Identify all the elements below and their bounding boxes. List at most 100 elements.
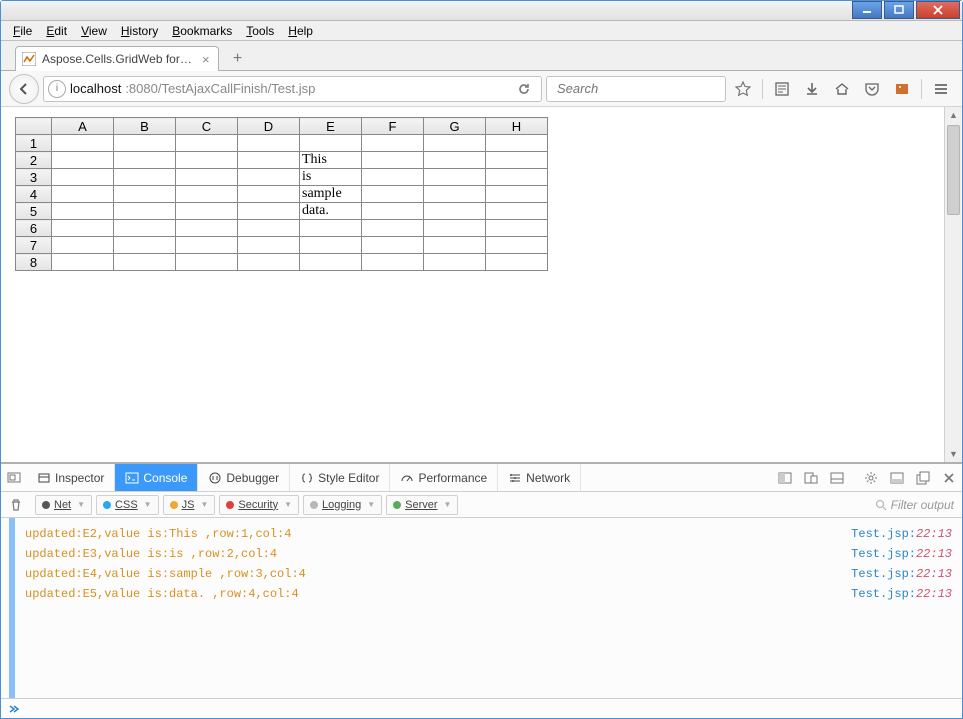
cell-D5[interactable] [238, 203, 300, 220]
console-filter-input[interactable]: Filter output [867, 498, 962, 512]
cell-C1[interactable] [176, 135, 238, 152]
row-header-7[interactable]: 7 [16, 237, 52, 254]
cell-C8[interactable] [176, 254, 238, 271]
row-header-8[interactable]: 8 [16, 254, 52, 271]
site-info-icon[interactable]: i [48, 80, 66, 98]
cell-C2[interactable] [176, 152, 238, 169]
cell-E1[interactable] [300, 135, 362, 152]
search-box[interactable] [546, 76, 726, 102]
cell-C6[interactable] [176, 220, 238, 237]
console-log-row[interactable]: updated:E3,value is:is ,row:2,col:4Test.… [15, 544, 962, 564]
popout-button[interactable] [910, 465, 936, 491]
scroll-down-icon[interactable]: ▼ [945, 446, 962, 462]
console-log-row[interactable]: updated:E4,value is:sample ,row:3,col:4T… [15, 564, 962, 584]
url-bar[interactable]: i localhost:8080/TestAjaxCallFinish/Test… [43, 76, 542, 102]
row-header-2[interactable]: 2 [16, 152, 52, 169]
cell-F2[interactable] [362, 152, 424, 169]
scrollbar-vertical[interactable]: ▲ ▼ [944, 107, 962, 462]
console-filter-server[interactable]: Server▼ [386, 495, 458, 515]
reload-button[interactable] [511, 82, 537, 96]
cell-G3[interactable] [424, 169, 486, 186]
col-header-D[interactable]: D [238, 118, 300, 135]
cell-A1[interactable] [52, 135, 114, 152]
download-button[interactable] [799, 76, 825, 102]
cell-E4[interactable]: sample [300, 186, 362, 203]
cell-G1[interactable] [424, 135, 486, 152]
cell-F1[interactable] [362, 135, 424, 152]
cell-E6[interactable] [300, 220, 362, 237]
row-header-5[interactable]: 5 [16, 203, 52, 220]
cell-A3[interactable] [52, 169, 114, 186]
cell-F8[interactable] [362, 254, 424, 271]
menu-help[interactable]: Help [282, 24, 319, 38]
browser-tab[interactable]: Aspose.Cells.GridWeb for J... × [15, 46, 219, 71]
cell-E5[interactable]: data. [300, 203, 362, 220]
cell-A4[interactable] [52, 186, 114, 203]
cell-D8[interactable] [238, 254, 300, 271]
cell-F7[interactable] [362, 237, 424, 254]
dock-bottom-button[interactable] [884, 465, 910, 491]
window-close-button[interactable] [916, 1, 960, 19]
cell-B1[interactable] [114, 135, 176, 152]
cell-B5[interactable] [114, 203, 176, 220]
cell-H6[interactable] [486, 220, 548, 237]
cell-D4[interactable] [238, 186, 300, 203]
cell-C3[interactable] [176, 169, 238, 186]
devtools-tab-network[interactable]: Network [498, 464, 581, 491]
cell-G5[interactable] [424, 203, 486, 220]
cell-D2[interactable] [238, 152, 300, 169]
reader-button[interactable] [769, 76, 795, 102]
devtools-tab-inspector[interactable]: Inspector [27, 464, 115, 491]
cell-F6[interactable] [362, 220, 424, 237]
cell-B8[interactable] [114, 254, 176, 271]
cell-G2[interactable] [424, 152, 486, 169]
cell-A5[interactable] [52, 203, 114, 220]
cell-E7[interactable] [300, 237, 362, 254]
cell-B7[interactable] [114, 237, 176, 254]
new-tab-button[interactable]: + [225, 48, 251, 70]
back-button[interactable] [9, 74, 39, 104]
console-output[interactable]: updated:E2,value is:This ,row:1,col:4Tes… [9, 518, 962, 698]
cell-G7[interactable] [424, 237, 486, 254]
cell-A2[interactable] [52, 152, 114, 169]
row-header-1[interactable]: 1 [16, 135, 52, 152]
cell-D1[interactable] [238, 135, 300, 152]
col-header-A[interactable]: A [52, 118, 114, 135]
cell-H3[interactable] [486, 169, 548, 186]
console-filter-security[interactable]: Security▼ [219, 495, 299, 515]
cell-B4[interactable] [114, 186, 176, 203]
cell-H5[interactable] [486, 203, 548, 220]
cell-H4[interactable] [486, 186, 548, 203]
cell-A6[interactable] [52, 220, 114, 237]
menu-edit[interactable]: Edit [40, 24, 73, 38]
cell-H7[interactable] [486, 237, 548, 254]
row-header-4[interactable]: 4 [16, 186, 52, 203]
col-header-C[interactable]: C [176, 118, 238, 135]
devtools-tab-console[interactable]: Console [115, 464, 198, 491]
cell-G8[interactable] [424, 254, 486, 271]
console-log-row[interactable]: updated:E5,value is:data. ,row:4,col:4Te… [15, 584, 962, 604]
cell-D6[interactable] [238, 220, 300, 237]
cell-C5[interactable] [176, 203, 238, 220]
row-header-6[interactable]: 6 [16, 220, 52, 237]
menu-button[interactable] [928, 76, 954, 102]
cell-E2[interactable]: This [300, 152, 362, 169]
devtools-settings-button[interactable] [858, 465, 884, 491]
cell-F4[interactable] [362, 186, 424, 203]
responsive-mode-button[interactable] [798, 465, 824, 491]
cell-F3[interactable] [362, 169, 424, 186]
col-header-E[interactable]: E [300, 118, 362, 135]
home-button[interactable] [829, 76, 855, 102]
cell-A7[interactable] [52, 237, 114, 254]
iframe-picker-button[interactable] [1, 465, 27, 491]
cell-C7[interactable] [176, 237, 238, 254]
menu-view[interactable]: View [75, 24, 113, 38]
col-header-H[interactable]: H [486, 118, 548, 135]
cell-B3[interactable] [114, 169, 176, 186]
window-minimize-button[interactable] [852, 1, 882, 19]
cell-H2[interactable] [486, 152, 548, 169]
cell-B6[interactable] [114, 220, 176, 237]
cell-E8[interactable] [300, 254, 362, 271]
extension-button[interactable] [889, 76, 915, 102]
tab-close-icon[interactable]: × [202, 52, 210, 67]
